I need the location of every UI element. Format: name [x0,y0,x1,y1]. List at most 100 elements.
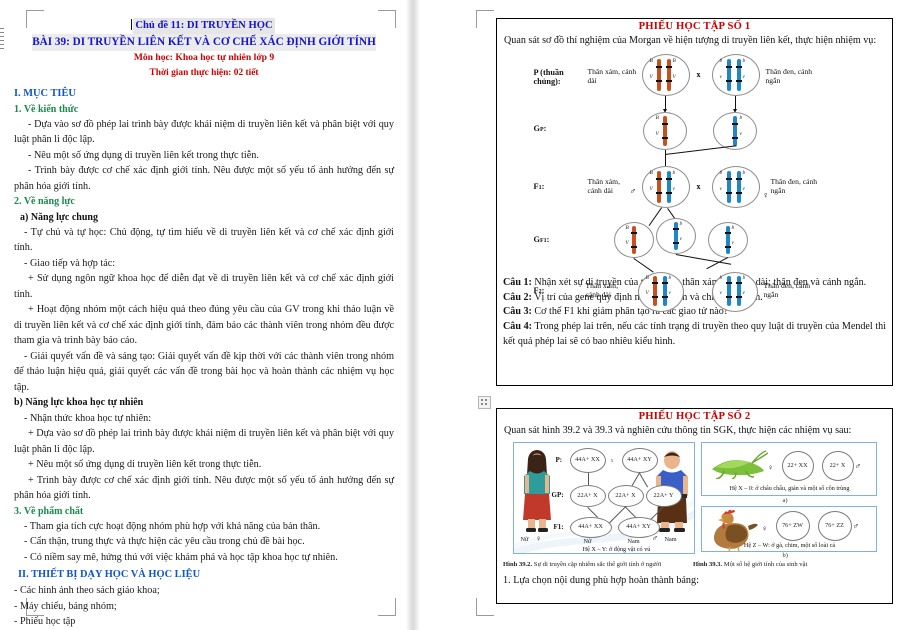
para-4-3: - Phiếu học tập [14,616,76,628]
fig393a-caption: Hệ X – 0: ở châu chấu, gián và một số cô… [729,485,850,493]
gp-right-chromosome [732,116,737,147]
para-2b-4: + Trình bày được cơ chế xác định giới tí… [14,474,394,502]
allele: B [649,170,653,177]
p-left-phenotype: Thân xám, cánh dài [587,67,637,86]
allele: b [731,225,735,232]
worksheet-1-questions: Câu 1: Nhận xét sự di truyền của tính tr… [497,276,892,352]
band [735,192,742,194]
band [735,296,742,298]
f1-right-chromosome-2 [736,171,741,204]
band [655,66,662,68]
worksheet-1-title: PHIẾU HỌC TẬP SỐ 1 [638,21,751,32]
question-3-label: Câu 3: [503,306,532,318]
worksheet-1-intro: Quan sát sơ đồ thí nghiệm của Morgan về … [504,35,877,46]
f2-left-cell [637,272,684,313]
diagram-label-f2: F2: [533,286,545,296]
f1-male-symbol: ♂ [629,186,637,197]
gp-allele-b-lower: b [739,115,743,122]
fig392-f1-cell-1: 44A+ XX [569,517,612,539]
para-2b-2: + Dựa vào sơ đồ phép lai trình bày được … [14,428,394,455]
fig393b-male-symbol: ♂ [852,521,860,532]
band [661,137,668,139]
worksheet-2-title: PHIẾU HỌC TẬP SỐ 2 [638,411,751,422]
para-2a-3: + Sử dụng ngôn ngữ khoa học để diễn đạt … [14,273,394,300]
f2-right-phenotype: Thân đen, cánh ngắn [763,281,811,300]
f2-right-chromosome-1 [726,276,731,307]
allele: v [719,186,722,193]
band [735,282,742,284]
band [661,282,668,284]
band [735,178,742,180]
para-2a-4: + Hoạt động nhóm một cách hiệu quả theo … [14,304,394,347]
allele-v-lower-1: v [719,74,722,81]
para-4-2: - Máy chiếu, bảng nhóm; [14,600,117,612]
allele-v-lower-2: v [742,74,745,81]
figure-39-3-b: ♀ 76+ ZW 76+ ZZ ♂ Hệ Z – W: ở gà, chim, … [700,506,877,553]
fig392-row-g-label: GP: [551,491,564,500]
allele: v [742,290,745,297]
fig392-inner-caption: Hệ X – Y: ở động vật có vú [582,546,651,554]
diagram-label-gp: GP: [533,124,547,134]
para-3-1: - Tham gia tích cực hoạt động nhóm phù h… [24,520,321,532]
para-4-1: - Các hình ảnh theo sách giáo khoa; [14,585,160,597]
fig392-row-f1-label: F1: [553,523,564,532]
lesson-title: BÀI 39: DI TRUYỀN LIÊN KẾT VÀ CƠ CHẾ XÁC… [32,34,376,52]
allele: v [672,186,675,193]
band [655,192,662,194]
question-1-label: Câu 1: [503,277,532,289]
p-left-chromosome-1 [656,59,661,92]
p-right-chromosome-1 [726,59,731,92]
figure-39-2-caption-text: Sự di truyền cặp nhiễm sắc thể giới tính… [533,561,662,568]
allele-b-1: B [649,58,653,65]
allele-v-1: V [649,74,653,81]
fig393a-cell-female: 22+ XX [781,451,814,482]
fig392-p-cell-1: 44A+ XX [569,448,606,474]
duration-line: Thời gian thực hiện: 02 tiết [149,67,259,78]
allele: B [645,275,649,282]
f1-right-chromosome-1 [726,171,731,204]
band [630,246,637,248]
band [630,232,637,234]
allele: v [731,240,734,247]
diagram-label-p: P (thuần chủng): [533,68,564,87]
grasshopper-illustration [711,450,768,480]
allele: B [625,225,629,232]
para-2a-1: - Tự chủ và tự học: Chủ động, tự tìm hiể… [14,226,394,254]
cross-symbol-f1: x [696,182,701,192]
heading-2a: a) Năng lực chung [20,211,98,223]
allele: V [649,186,653,193]
diagram-label-f1: F1: [533,182,545,192]
fig392-f1-label-1: Nữ [583,538,592,546]
worksheet-2: PHIẾU HỌC TẬP SỐ 2 Quan sát hình 39.2 và… [496,408,893,604]
f1-left-phenotype: Thân xám, cánh dài [587,177,620,196]
band [725,296,732,298]
worksheet-2-intro: Quan sát hình 39.2 và 39.3 và nghiên cứu… [504,425,852,436]
gf1-chromosome-1 [631,226,636,255]
figure-39-2-caption: Hình 39.2. Sự di truyền cặp nhiễm sắc th… [503,561,661,568]
gp-allele-v-lower: v [739,131,742,138]
fig393b-cell-female: 76+ ZW [775,511,810,542]
allele: v [719,290,722,297]
connector [734,96,736,111]
figure-39-3-caption-label: Hình 39.3. [693,561,723,568]
band [735,80,742,82]
band [725,192,732,194]
band [665,66,672,68]
p-right-phenotype: Thân đen, cánh ngắn [765,67,813,86]
left-page-content: Chủ đề 11: DI TRUYỀN HỌC BÀI 39: DI TRUY… [14,18,394,630]
fig392-female-label: Nữ [520,536,529,544]
fig392-male-label: Nam [664,536,677,544]
allele: b [719,170,723,177]
f1-left-chromosome-red [656,171,661,204]
question-row-4: Câu 4: Trong phép lai trên, nếu các tính… [503,320,886,349]
band [665,80,672,82]
fig393b-female-symbol: ♀ [761,524,768,534]
band [725,282,732,284]
f2-right-chromosome-2 [736,276,741,307]
crop-mark-bottom-left-2 [476,598,494,616]
figure-39-3-a: ♀ 22+ XX 22+ X ♂ Hệ X – 0: ở châu chấu, … [700,442,877,497]
connector [632,258,654,273]
band [731,123,738,125]
band [725,66,732,68]
table-move-handle[interactable] [478,396,491,409]
